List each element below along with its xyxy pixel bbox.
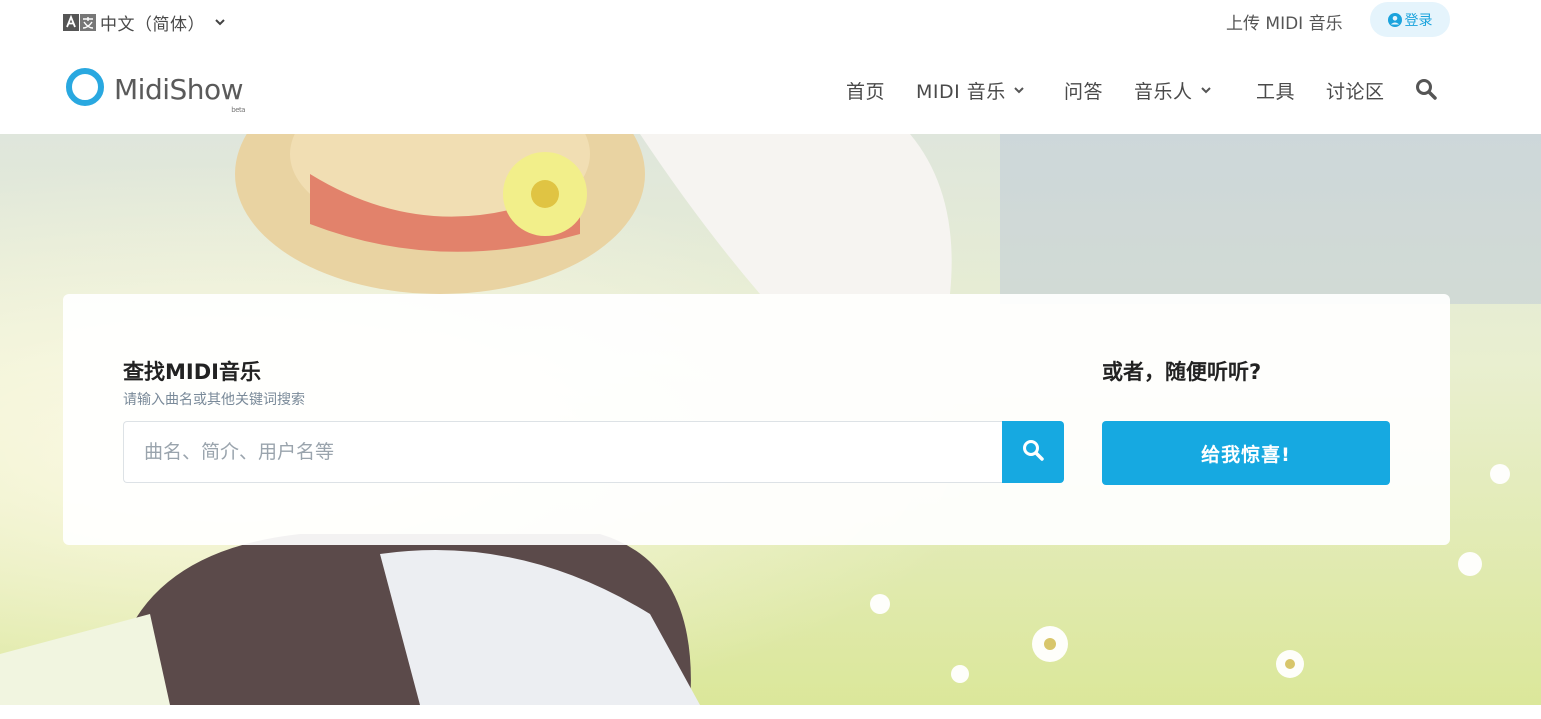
brand-name: MidiShow — [114, 72, 244, 106]
nav-home[interactable]: 首页 — [846, 77, 885, 104]
search-title: 查找MIDI音乐 — [123, 360, 261, 384]
nav-forum[interactable]: 讨论区 — [1326, 77, 1385, 104]
login-label: 登录 — [1404, 12, 1433, 29]
language-label: 中文（简体） — [100, 15, 205, 35]
site-logo[interactable]: MidiShow beta — [62, 68, 246, 114]
nav-midi-music-label: MIDI 音乐 — [916, 81, 1006, 103]
nav-tools[interactable]: 工具 — [1256, 77, 1295, 104]
nav-tools-label: 工具 — [1256, 81, 1296, 103]
chevron-down-icon — [215, 19, 225, 26]
main-navbar: MidiShow beta 首页 MIDI 音乐 问答 音乐人 工具 讨论区 — [0, 42, 1541, 134]
login-button[interactable]: 登录 — [1370, 2, 1450, 37]
logo-icon — [62, 68, 108, 110]
nav-home-label: 首页 — [846, 81, 886, 103]
beta-tag: beta — [231, 105, 246, 114]
search-submit-button[interactable] — [1002, 421, 1064, 483]
random-title: 或者，随便听听? — [1102, 360, 1262, 384]
language-selector[interactable]: 中文（简体） — [63, 10, 225, 35]
nav-midi-music[interactable]: MIDI 音乐 — [916, 77, 1024, 104]
search-icon — [1022, 439, 1044, 465]
logo-wordmark: MidiShow beta — [114, 72, 246, 114]
search-icon[interactable] — [1415, 78, 1437, 100]
translate-icon — [63, 14, 96, 31]
search-subtitle: 请输入曲名或其他关键词搜索 — [123, 392, 305, 408]
upload-midi-link[interactable]: 上传 MIDI 音乐 — [1226, 9, 1343, 34]
nav-qa-label: 问答 — [1064, 81, 1104, 103]
top-bar: 中文（简体） 上传 MIDI 音乐 登录 — [0, 0, 1541, 42]
chevron-down-icon — [1014, 87, 1024, 94]
nav-musicians-label: 音乐人 — [1134, 81, 1193, 103]
user-circle-icon — [1387, 12, 1402, 27]
nav-musicians[interactable]: 音乐人 — [1134, 77, 1211, 104]
search-card: 查找MIDI音乐 请输入曲名或其他关键词搜索 或者，随便听听? 给我惊喜! — [63, 294, 1450, 545]
chevron-down-icon — [1200, 87, 1211, 94]
search-input[interactable] — [123, 421, 1002, 483]
nav-forum-label: 讨论区 — [1326, 81, 1385, 103]
nav-qa[interactable]: 问答 — [1064, 77, 1103, 104]
surprise-me-button[interactable]: 给我惊喜! — [1102, 421, 1390, 485]
hero-banner: 查找MIDI音乐 请输入曲名或其他关键词搜索 或者，随便听听? 给我惊喜! — [0, 134, 1541, 705]
